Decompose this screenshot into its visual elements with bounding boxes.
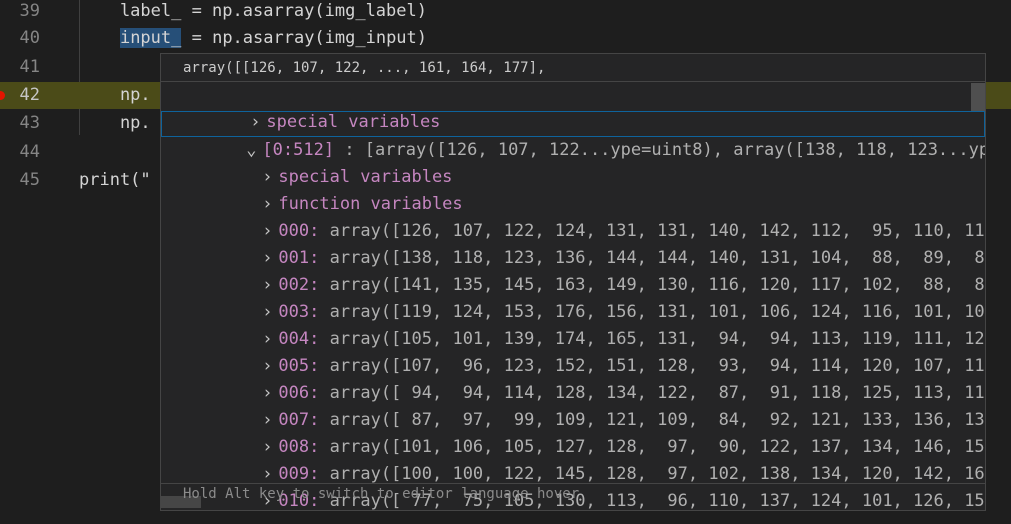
line-number: 41 xyxy=(19,57,40,77)
debug-hover-widget[interactable]: array([[126, 107, 122, ..., 161, 164, 17… xyxy=(160,53,986,511)
tree-item-special-variables[interactable]: › special variables xyxy=(183,83,440,132)
code-text: input_ = np.asarray(img_input) xyxy=(119,28,428,48)
line-number: 39 xyxy=(19,1,40,21)
tree-item-array-row[interactable]: › 002: array([141, 135, 145, 163, 149, 13… xyxy=(195,246,985,295)
code-line-40[interactable]: 40 input_ = np.asarray(img_input) xyxy=(0,25,1011,52)
vertical-scrollbar-thumb[interactable] xyxy=(971,83,985,111)
tree-item-special-variables[interactable]: › special variables xyxy=(195,138,452,187)
selected-token: input_ xyxy=(119,28,182,48)
tree-item-function-variables[interactable]: › function variables xyxy=(195,165,462,214)
tree-item-array-row[interactable]: › 005: array([107, 96, 123, 152, 151, 128… xyxy=(195,327,985,376)
tree-item-array-row[interactable]: › 009: array([100, 100, 122, 145, 128, 97… xyxy=(195,435,985,484)
tree-item-array-row[interactable]: › 006: array([ 94, 94, 114, 128, 134, 122… xyxy=(195,354,985,403)
line-number: 40 xyxy=(19,28,40,48)
line-number: 42 xyxy=(19,85,40,105)
tree-item-range[interactable]: ⌄ [0:512] : [array([126, 107, 122...ype=u… xyxy=(161,111,985,160)
line-number: 43 xyxy=(19,113,40,133)
code-text: label_ = np.asarray(img_label) xyxy=(79,1,427,21)
tree-item-array-row[interactable]: › 000: array([126, 107, 122, 124, 131, 13… xyxy=(195,192,985,241)
code-text: np. xyxy=(79,85,151,105)
code-text: print(" xyxy=(79,170,151,190)
tree-item-array-row[interactable]: › 004: array([105, 101, 139, 174, 165, 13… xyxy=(195,300,985,349)
tree-item-array-row[interactable]: › 010: array([ 77, 75, 105, 130, 113, 96,… xyxy=(195,462,985,510)
tree-item-array-row[interactable]: › 003: array([119, 124, 153, 176, 156, 13… xyxy=(195,273,985,322)
hover-status-hint: Hold Alt key to switch to editor languag… xyxy=(183,486,580,502)
code-text: np. xyxy=(79,113,151,133)
divider xyxy=(161,483,985,484)
line-number: 44 xyxy=(19,142,40,162)
code-line-39[interactable]: 39 label_ = np.asarray(img_label) xyxy=(0,0,1011,25)
tree-item-array-row[interactable]: › 007: array([ 87, 97, 99, 109, 121, 109,… xyxy=(195,381,985,430)
tree-item-array-row[interactable]: › 008: array([101, 106, 105, 127, 128, 97… xyxy=(195,408,985,457)
line-number: 45 xyxy=(19,170,40,190)
variable-tree[interactable]: › special variables ⌄ [0:512] : [array([12… xyxy=(161,82,985,510)
hover-expression-value: array([[126, 107, 122, ..., 161, 164, 17… xyxy=(183,60,546,76)
tree-item-array-row[interactable]: › 001: array([138, 118, 123, 136, 144, 14… xyxy=(195,219,985,268)
